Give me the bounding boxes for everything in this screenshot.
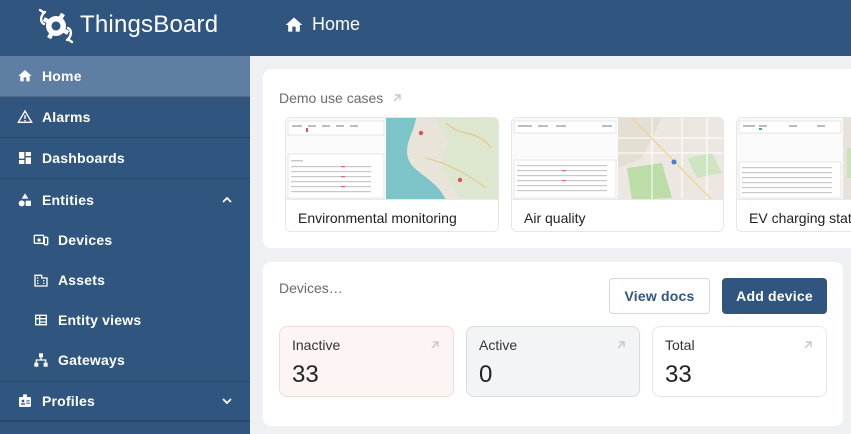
chevron-down-icon[interactable] (219, 393, 235, 409)
sidebar-item-profiles[interactable]: Profiles (0, 381, 250, 421)
use-case-label: EV charging stat (749, 210, 851, 226)
stat-value: 0 (479, 361, 493, 388)
stat-label: Total (665, 337, 695, 353)
gateways-icon (33, 352, 49, 368)
entity-views-icon (33, 312, 49, 328)
brand-name: ThingsBoard (80, 11, 219, 38)
total-devices-stat[interactable]: Total 33 (652, 326, 827, 397)
sidebar-item-entity-views[interactable]: Entity views (0, 300, 250, 340)
use-case-environmental-monitoring[interactable]: Environmental monitoring (285, 117, 499, 232)
sidebar-item-label: Entity views (58, 312, 142, 328)
sidebar-item-label: Dashboards (42, 150, 125, 166)
sidebar-item-label: Home (42, 68, 82, 84)
use-case-ev-charging[interactable]: EV charging stat (736, 117, 851, 232)
open-arrow-icon (617, 341, 625, 349)
open-arrow-icon (804, 341, 812, 349)
sidebar-divider (0, 421, 250, 422)
sidebar-item-label: Assets (58, 272, 106, 288)
use-case-label: Environmental monitoring (298, 210, 457, 226)
entities-icon (17, 192, 33, 208)
environmental-monitoring-thumbnail (286, 118, 498, 200)
sidebar-item-label: Gateways (58, 352, 125, 368)
active-devices-stat[interactable]: Active 0 (466, 326, 640, 397)
sidebar-item-alarms[interactable]: Alarms (0, 97, 250, 138)
sidebar-item-label: Entities (42, 191, 95, 208)
devices-title: Devices… (279, 280, 343, 296)
sidebar-item-entities[interactable]: Entities (0, 179, 250, 220)
add-device-button[interactable]: Add device (722, 278, 827, 314)
use-case-label: Air quality (524, 210, 586, 226)
sidebar-item-home[interactable]: Home (0, 56, 250, 97)
view-docs-button[interactable]: View docs (609, 278, 710, 314)
demo-use-cases-header[interactable]: Demo use cases (279, 90, 403, 106)
sidebar-item-devices[interactable]: Devices (0, 220, 250, 260)
open-arrow-icon (431, 341, 439, 349)
stat-value: 33 (292, 361, 319, 388)
stat-value: 33 (665, 361, 692, 388)
air-quality-thumbnail (512, 118, 723, 200)
stat-label: Active (479, 337, 518, 353)
sidebar-item-label: Profiles (42, 393, 95, 409)
demo-use-cases-title: Demo use cases (279, 90, 384, 106)
devices-icon (33, 232, 49, 248)
inactive-devices-stat[interactable]: Inactive 33 (279, 326, 454, 397)
sidebar-item-dashboards[interactable]: Dashboards (0, 138, 250, 179)
use-case-air-quality[interactable]: Air quality (511, 117, 724, 232)
warning-icon (17, 109, 33, 125)
page-title-text: Home (312, 14, 361, 34)
assets-icon (33, 272, 49, 288)
home-icon (17, 68, 33, 84)
stat-label: Inactive (292, 337, 341, 353)
sidebar-item-assets[interactable]: Assets (0, 260, 250, 300)
sidebar-item-label: Alarms (42, 109, 91, 125)
sidebar-item-label: Devices (58, 232, 113, 248)
ev-charging-thumbnail (737, 118, 851, 200)
dashboard-icon (17, 150, 33, 166)
chevron-up-icon[interactable] (219, 192, 235, 208)
open-arrow-icon (393, 94, 401, 102)
top-bar: ThingsBoard Home (0, 0, 851, 56)
home-icon (285, 17, 303, 32)
sidebar-item-gateways[interactable]: Gateways (0, 340, 250, 380)
profiles-icon (17, 393, 33, 409)
thingsboard-logo-icon[interactable] (36, 6, 76, 46)
page-title: Home (284, 14, 360, 35)
